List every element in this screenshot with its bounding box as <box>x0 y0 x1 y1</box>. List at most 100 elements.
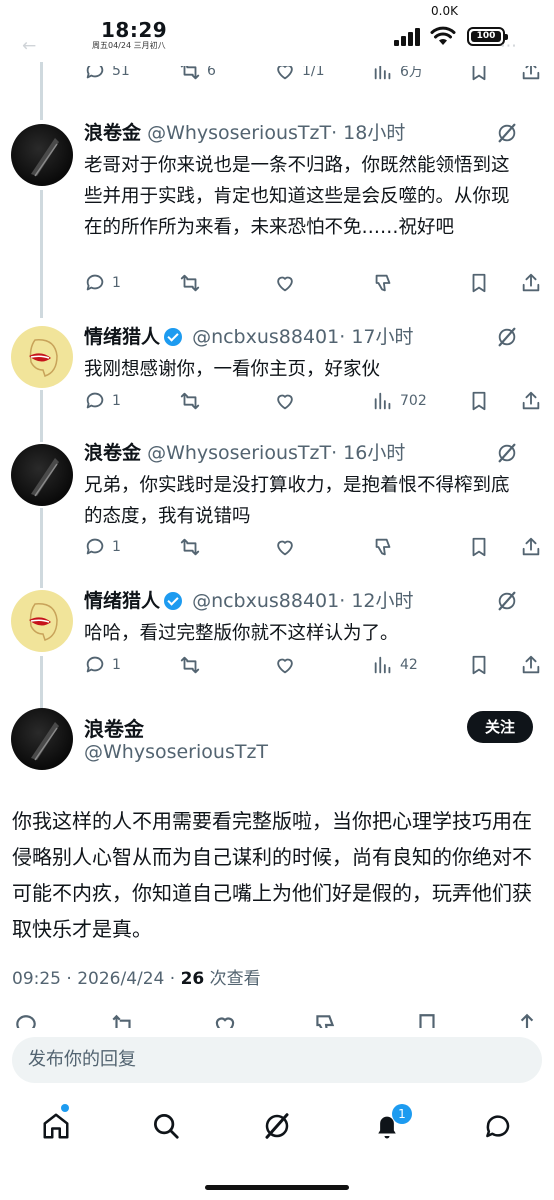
grok-icon[interactable] <box>496 590 518 612</box>
repost-action[interactable] <box>179 534 201 560</box>
share-icon <box>522 273 540 292</box>
share-action[interactable] <box>520 66 542 84</box>
like-action[interactable] <box>274 388 296 414</box>
author-name[interactable]: 浪卷金 <box>84 442 141 464</box>
back-arrow-icon[interactable]: ← <box>22 36 36 56</box>
reply-icon <box>86 538 104 555</box>
share-action[interactable] <box>520 270 542 296</box>
dislike-icon[interactable] <box>312 1012 338 1028</box>
reply-compose-input[interactable]: 发布你的回复 <box>12 1037 542 1083</box>
repost-action[interactable] <box>179 388 201 414</box>
heart-icon <box>277 658 293 674</box>
bookmark-action[interactable] <box>468 652 490 678</box>
reply-icon <box>86 274 104 291</box>
reply-action[interactable]: 1 <box>84 534 121 560</box>
status-date: 周五04/24 三月初八 <box>92 41 166 50</box>
network-speed: 0.0K <box>431 4 458 18</box>
main-author-name[interactable]: 浪卷金 <box>84 713 144 742</box>
author-handle[interactable]: @WhysoseriousTzT <box>147 122 331 144</box>
views-action[interactable]: 6万 <box>372 66 423 84</box>
tab-grok[interactable] <box>257 1106 297 1146</box>
like-count: 1/1 <box>302 66 325 79</box>
view-count: 6万 <box>400 66 423 80</box>
dislike-action[interactable] <box>372 534 394 560</box>
tweet-time: · 18小时 <box>331 122 406 144</box>
share-action[interactable] <box>520 388 542 414</box>
grok-icon <box>265 1113 289 1139</box>
bookmark-icon[interactable] <box>414 1012 440 1028</box>
bookmark-icon <box>472 655 486 675</box>
heart-icon[interactable] <box>212 1012 238 1028</box>
tweet-text: 老哥对于你来说也是一条不归路，你既然能领悟到这些并用于实践，肯定也知道这些是会反… <box>84 155 510 238</box>
repost-count: 6 <box>207 66 216 79</box>
author-name[interactable]: 情绪猎人 <box>84 590 160 612</box>
bookmark-action[interactable] <box>468 388 490 414</box>
status-time: 18:29 <box>101 18 168 42</box>
heart-icon <box>277 66 293 80</box>
grok-icon[interactable] <box>496 326 518 348</box>
reply-icon[interactable] <box>13 1012 39 1028</box>
tweet-actions: 1 42 <box>84 652 544 678</box>
tweet-text: 哈哈，看过完整版你就不这样认为了。 <box>84 623 399 644</box>
reply-count: 51 <box>112 66 130 79</box>
reply-tweet[interactable]: 情绪猎人 @ncbxus88401· 17小时 我刚想感谢你，一看你主页，好家伙 <box>0 324 554 394</box>
bookmark-action[interactable] <box>468 270 490 296</box>
share-icon[interactable] <box>514 1012 540 1028</box>
reply-tweet[interactable]: 情绪猎人 @ncbxus88401· 12小时 哈哈，看过完整版你就不这样认为了… <box>0 588 554 658</box>
tweet-header: 情绪猎人 @ncbxus88401· 17小时 <box>84 324 414 350</box>
views-icon <box>374 392 391 410</box>
more-icon[interactable]: ⋯ <box>500 36 517 56</box>
repost-icon <box>180 274 200 292</box>
like-action[interactable] <box>274 534 296 560</box>
notification-badge: 1 <box>392 1104 412 1124</box>
views-icon <box>374 66 391 80</box>
share-action[interactable] <box>520 652 542 678</box>
battery-level: 100 <box>471 31 501 42</box>
repost-icon[interactable] <box>110 1012 136 1028</box>
author-handle[interactable]: @WhysoseriousTzT <box>147 442 331 464</box>
reply-action[interactable]: 51 <box>84 66 130 84</box>
like-action[interactable]: 1/1 <box>274 66 325 84</box>
thread-line <box>40 656 43 708</box>
tab-search[interactable] <box>146 1106 186 1146</box>
main-author-handle[interactable]: @WhysoseriousTzT <box>84 741 268 763</box>
views-action[interactable]: 702 <box>372 388 427 414</box>
author-handle[interactable]: @ncbxus88401 <box>192 590 339 612</box>
tab-home[interactable] <box>36 1106 76 1146</box>
search-icon <box>154 1114 179 1139</box>
heart-icon <box>277 394 293 410</box>
bookmark-action[interactable] <box>468 534 490 560</box>
heart-icon <box>277 540 293 556</box>
reply-action[interactable]: 1 <box>84 270 121 296</box>
like-action[interactable] <box>274 270 296 296</box>
reply-action[interactable]: 1 <box>84 652 121 678</box>
repost-action[interactable] <box>179 652 201 678</box>
author-handle[interactable]: @ncbxus88401 <box>192 326 339 348</box>
status-bar: 18:29 周五04/24 三月初八 0.0K 100 <box>0 0 554 62</box>
tab-messages[interactable] <box>478 1106 518 1146</box>
reply-icon <box>86 66 104 79</box>
view-label: 次查看 <box>204 969 261 989</box>
follow-button[interactable]: 关注 <box>467 711 533 743</box>
grok-icon[interactable] <box>496 442 518 464</box>
repost-icon <box>180 392 200 410</box>
dislike-action[interactable] <box>372 270 394 296</box>
repost-action[interactable]: 6 <box>179 66 216 84</box>
verified-badge-icon <box>164 328 183 346</box>
author-name[interactable]: 情绪猎人 <box>84 326 160 348</box>
share-icon <box>522 655 540 674</box>
signal-icon <box>394 28 420 46</box>
tweet-header: 情绪猎人 @ncbxus88401· 12小时 <box>84 588 414 614</box>
grok-icon[interactable] <box>496 122 518 144</box>
avatar[interactable] <box>11 708 73 770</box>
reply-tweet[interactable]: 浪卷金 @WhysoseriousTzT· 16小时 兄弟，你实践时是没打算收力… <box>0 440 554 540</box>
author-name[interactable]: 浪卷金 <box>84 122 141 144</box>
bookmark-icon <box>472 273 486 293</box>
like-action[interactable] <box>274 652 296 678</box>
views-action[interactable]: 42 <box>372 652 418 678</box>
reply-action[interactable]: 1 <box>84 388 121 414</box>
bookmark-action[interactable] <box>468 66 490 84</box>
repost-action[interactable] <box>179 270 201 296</box>
share-action[interactable] <box>520 534 542 560</box>
tweet-header: 浪卷金 @WhysoseriousTzT· 16小时 <box>84 440 405 466</box>
